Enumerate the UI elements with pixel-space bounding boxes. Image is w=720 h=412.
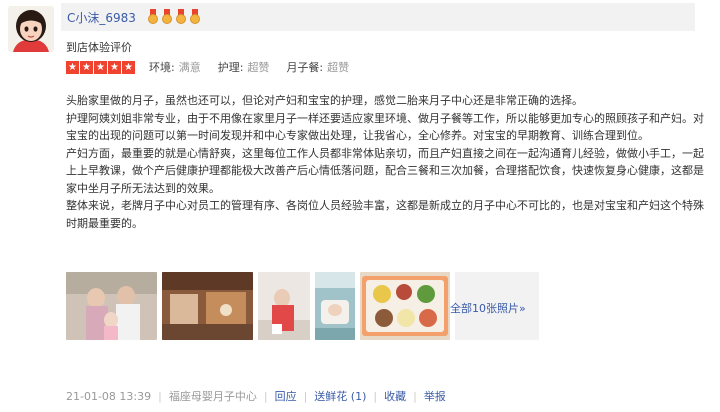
report-link[interactable]: 举报	[424, 388, 446, 404]
rating-row: ★ ★ ★ ★ ★ 环境: 满意 护理: 超赞 月子餐: 超赞	[66, 60, 366, 74]
review-paragraph: 产妇方面，最重要的就是心情舒爽，这里每位工作人员都非常体贴亲切，而且产妇直接之间…	[66, 146, 704, 195]
divider: |	[303, 389, 308, 403]
reply-link[interactable]: 回应	[275, 388, 297, 404]
medal-icon	[161, 9, 173, 24]
star-rating: ★ ★ ★ ★ ★	[66, 60, 135, 74]
photo-thumbnail[interactable]	[162, 272, 253, 340]
rating-value-meals: 超赞	[327, 61, 350, 74]
rating-label-care: 护理:	[217, 61, 244, 74]
star-icon: ★	[80, 60, 93, 74]
divider: |	[413, 389, 417, 403]
star-icon: ★	[66, 60, 79, 74]
review-header: C小沫_6983	[61, 3, 695, 31]
star-icon: ★	[122, 60, 135, 74]
review-paragraph: 护理阿姨刘姐非常专业，由于不用像在家里月子一样还要适应家里环境、做月子餐等工作，…	[66, 111, 704, 143]
photo-thumbnail[interactable]	[66, 272, 157, 340]
star-icon: ★	[108, 60, 121, 74]
rating-value-environment: 满意	[178, 61, 201, 74]
review-type-label: 到店体验评价	[66, 41, 132, 54]
rating-value-care: 超赞	[247, 61, 270, 74]
rating-label-meals: 月子餐:	[286, 61, 324, 74]
review-paragraph: 整体来说，老牌月子中心对员工的管理有序、各岗位人员经验丰富，这都是新成立的月子中…	[66, 199, 704, 230]
review-footer: 21-01-08 13:39 | 福座母婴月子中心 | 回应 | 送鲜花 (1)…	[66, 388, 446, 404]
send-flower-link[interactable]: 送鲜花 (1)	[314, 388, 366, 404]
favorite-link[interactable]: 收藏	[384, 388, 406, 404]
photo-thumbnail[interactable]	[360, 272, 450, 340]
user-badges	[147, 9, 201, 24]
divider: |	[263, 389, 268, 403]
avatar-image	[8, 6, 54, 52]
medal-icon	[189, 9, 201, 24]
star-icon: ★	[94, 60, 107, 74]
review-text: 头胎家里做的月子，虽然也还可以，但论对产妇和宝宝的护理，感觉二胎来月子中心还是非…	[66, 92, 706, 232]
divider: |	[158, 389, 162, 403]
avatar[interactable]	[8, 6, 54, 52]
medal-icon	[147, 9, 159, 24]
review-date: 21-01-08 13:39	[66, 389, 152, 403]
photo-thumbnail[interactable]	[258, 272, 310, 340]
medal-icon	[175, 9, 187, 24]
shop-name[interactable]: 福座母婴月子中心	[169, 388, 257, 404]
all-photos-link[interactable]: 全部10张照片»	[450, 300, 526, 316]
rating-label-environment: 环境:	[149, 61, 175, 74]
username[interactable]: C小沫_6983	[67, 9, 136, 26]
photo-thumbnail[interactable]	[315, 272, 355, 340]
review-paragraph: 头胎家里做的月子，虽然也还可以，但论对产妇和宝宝的护理，感觉二胎来月子中心还是非…	[66, 94, 583, 107]
divider: |	[373, 389, 378, 403]
